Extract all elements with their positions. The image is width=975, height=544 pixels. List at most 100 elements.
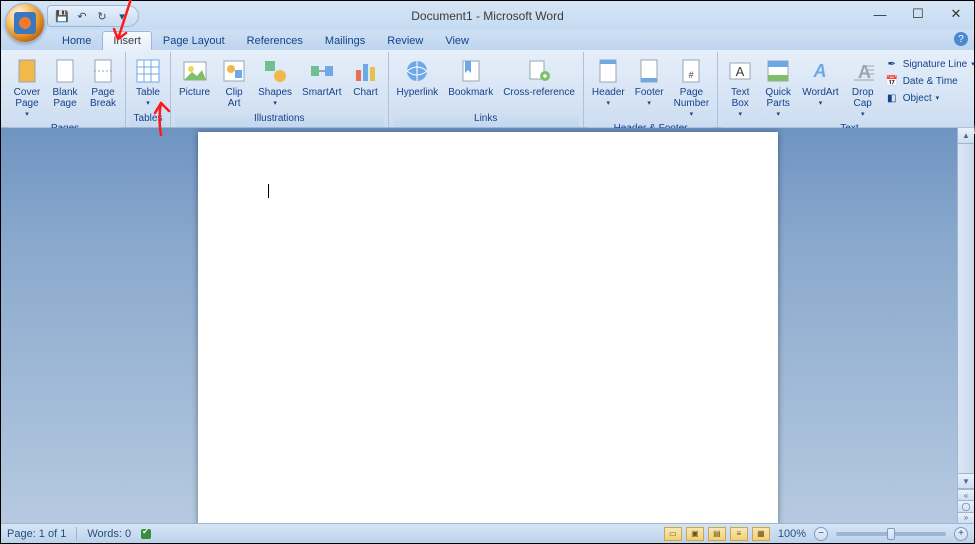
close-button[interactable]: ✕: [944, 5, 968, 23]
view-draft-button[interactable]: ▦: [752, 527, 770, 541]
page-break-button-label: Page Break: [90, 87, 116, 109]
zoom-slider[interactable]: [836, 532, 946, 536]
ribbon-group-label: Tables: [130, 113, 166, 127]
document-page[interactable]: [198, 132, 778, 523]
date-time-button[interactable]: 📅Date & Time: [883, 73, 975, 89]
bookmark-button-label: Bookmark: [448, 87, 493, 98]
footer-icon: [635, 57, 663, 85]
tab-view[interactable]: View: [434, 31, 480, 50]
tab-page-layout[interactable]: Page Layout: [152, 31, 236, 50]
text-cursor: [268, 184, 269, 198]
status-page[interactable]: Page: 1 of 1: [7, 528, 66, 540]
svg-text:A: A: [736, 64, 745, 79]
signature-line-icon: ✒: [885, 57, 899, 71]
table-button[interactable]: Table: [130, 54, 166, 112]
picture-icon: [181, 57, 209, 85]
quick-access-toolbar: 💾 ↶ ↻ ▾: [47, 5, 139, 27]
restore-button[interactable]: ☐: [906, 5, 930, 23]
page-number-button[interactable]: #Page Number: [670, 54, 714, 123]
minimize-button[interactable]: —: [868, 5, 892, 23]
view-outline-button[interactable]: ≡: [730, 527, 748, 541]
vertical-scrollbar[interactable]: ▲ ▼ « ◯ »: [957, 128, 974, 523]
smartart-button[interactable]: SmartArt: [298, 54, 345, 101]
tab-review[interactable]: Review: [376, 31, 434, 50]
previous-page-button[interactable]: «: [958, 489, 974, 500]
cross-reference-button[interactable]: Cross-reference: [499, 54, 579, 101]
signature-line-button[interactable]: ✒Signature Line ▾: [883, 56, 975, 72]
qat-redo-button[interactable]: ↻: [94, 10, 110, 23]
tab-insert[interactable]: Insert: [102, 31, 152, 50]
object-button[interactable]: ◧Object ▾: [883, 90, 975, 106]
bookmark-icon: [457, 57, 485, 85]
clip-art-button-label: Clip Art: [226, 87, 243, 109]
shapes-icon: [261, 57, 289, 85]
cover-page-button[interactable]: Cover Page: [9, 54, 45, 123]
ribbon-tabstrip: HomeInsertPage LayoutReferencesMailingsR…: [1, 30, 974, 50]
svg-text:A: A: [813, 61, 827, 81]
shapes-button-label: Shapes: [258, 87, 292, 98]
document-workspace[interactable]: [1, 128, 974, 523]
qat-undo-button[interactable]: ↶: [74, 10, 90, 23]
clip-art-button[interactable]: Clip Art: [216, 54, 252, 112]
ribbon-group-header-footer: HeaderFooter#Page NumberHeader & Footer: [584, 52, 718, 127]
hyperlink-button[interactable]: Hyperlink: [393, 54, 443, 101]
qat-customize-button[interactable]: ▾: [114, 10, 130, 23]
blank-page-button[interactable]: Blank Page: [47, 54, 83, 112]
hyperlink-icon: [403, 57, 431, 85]
page-break-button[interactable]: Page Break: [85, 54, 121, 112]
smartart-icon: [308, 57, 336, 85]
shapes-button[interactable]: Shapes: [254, 54, 296, 112]
view-print-layout-button[interactable]: ▭: [664, 527, 682, 541]
qat-save-button[interactable]: 💾: [54, 10, 70, 23]
next-page-button[interactable]: »: [958, 512, 974, 523]
zoom-slider-thumb[interactable]: [887, 528, 895, 540]
header-button[interactable]: Header: [588, 54, 629, 112]
quick-parts-icon: [764, 57, 792, 85]
blank-page-button-label: Blank Page: [52, 87, 77, 109]
scroll-down-button[interactable]: ▼: [958, 473, 974, 489]
text-box-button[interactable]: A Text Box: [722, 54, 758, 123]
picture-button[interactable]: Picture: [175, 54, 214, 101]
drop-cap-button-label: Drop Cap: [852, 87, 874, 109]
header-button-label: Header: [592, 87, 625, 98]
text-box-button-label: Text Box: [731, 87, 749, 109]
proofing-status-icon[interactable]: [141, 529, 151, 539]
svg-text:A: A: [858, 62, 871, 82]
view-full-screen-button[interactable]: ▣: [686, 527, 704, 541]
ribbon-group-pages: Cover PageBlank PagePage BreakPages: [5, 52, 126, 127]
footer-button-label: Footer: [635, 87, 664, 98]
ribbon-group-label: Illustrations: [175, 113, 384, 127]
tab-home[interactable]: Home: [51, 31, 102, 50]
title-bar: 💾 ↶ ↻ ▾ Document1 - Microsoft Word — ☐ ✕: [1, 1, 974, 30]
browse-object-button[interactable]: ◯: [958, 500, 974, 511]
hyperlink-button-label: Hyperlink: [397, 87, 439, 98]
zoom-out-button[interactable]: −: [814, 527, 828, 541]
chart-button[interactable]: Chart: [348, 54, 384, 101]
tab-mailings[interactable]: Mailings: [314, 31, 376, 50]
quick-parts-button[interactable]: Quick Parts: [760, 54, 796, 123]
picture-button-label: Picture: [179, 87, 210, 98]
drop-cap-button[interactable]: A Drop Cap: [845, 54, 881, 123]
office-button[interactable]: [5, 3, 45, 43]
bookmark-button[interactable]: Bookmark: [444, 54, 497, 101]
window-title: Document1 - Microsoft Word: [1, 9, 974, 23]
scroll-up-button[interactable]: ▲: [958, 128, 974, 144]
signature-line-button-label: Signature Line: [903, 59, 968, 70]
wordart-button[interactable]: AWordArt: [798, 54, 843, 112]
footer-button[interactable]: Footer: [631, 54, 668, 112]
ribbon-group-links: HyperlinkBookmarkCross-referenceLinks: [389, 52, 584, 127]
status-bar: Page: 1 of 1 Words: 0 ▭ ▣ ▤ ≡ ▦ 100% − +: [1, 523, 974, 543]
zoom-in-button[interactable]: +: [954, 527, 968, 541]
cross-reference-button-label: Cross-reference: [503, 87, 575, 98]
clip-art-icon: [220, 57, 248, 85]
table-button-label: Table: [136, 87, 160, 98]
tab-references[interactable]: References: [236, 31, 314, 50]
zoom-level[interactable]: 100%: [778, 528, 806, 540]
text-box-icon: A: [726, 57, 754, 85]
status-words[interactable]: Words: 0: [87, 528, 131, 540]
view-web-layout-button[interactable]: ▤: [708, 527, 726, 541]
header-icon: [594, 57, 622, 85]
page-number-icon: #: [677, 57, 705, 85]
help-button[interactable]: ?: [954, 32, 968, 46]
ribbon-group-text: AText BoxQuick PartsAWordArtADrop Cap✒Si…: [718, 52, 975, 127]
